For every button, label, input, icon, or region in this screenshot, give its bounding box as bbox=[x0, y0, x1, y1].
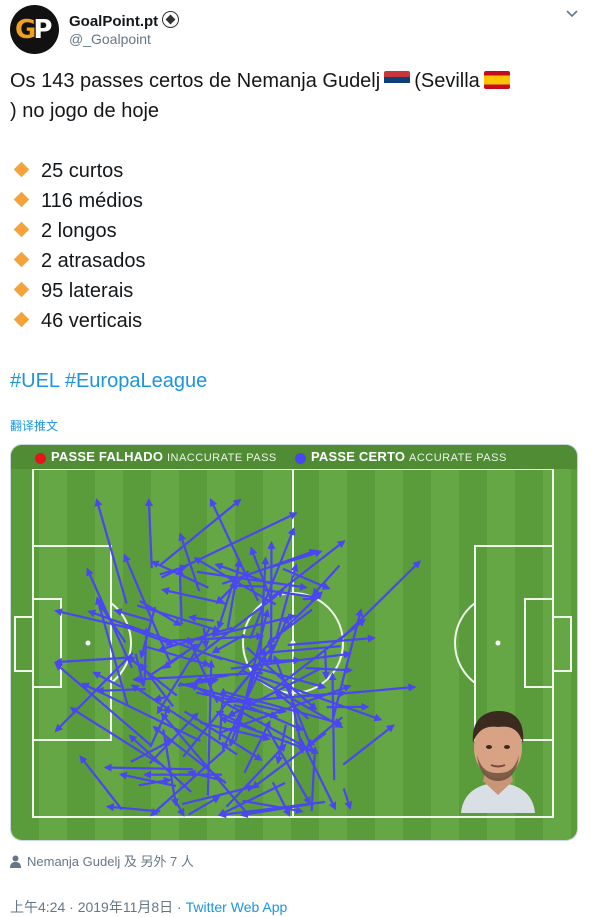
logo-letter-p: P bbox=[33, 15, 49, 45]
timestamp-text[interactable]: 上午4:24 · 2019年11月8日 · bbox=[10, 899, 186, 915]
list-item: 95 laterais bbox=[10, 276, 587, 306]
stat-vertical-passes: 46 verticais bbox=[41, 310, 142, 332]
legend-accurate-sub: ACCURATE PASS bbox=[409, 452, 507, 464]
stat-medium-passes: 116 médios bbox=[41, 190, 143, 212]
serbia-flag-icon bbox=[384, 71, 410, 89]
pass-map-image[interactable]: PASSE FALHADO INACCURATE PASS PASSE CERT… bbox=[10, 444, 578, 841]
user-handle[interactable]: @_Goalpoint bbox=[69, 31, 151, 47]
display-name[interactable]: GoalPoint.pt bbox=[69, 11, 179, 30]
legend-inaccurate-sub: INACCURATE PASS bbox=[167, 452, 277, 464]
tagged-people[interactable]: Nemanja Gudelj 及 另外 7 人 bbox=[10, 851, 194, 870]
source-app-link[interactable]: Twitter Web App bbox=[186, 899, 288, 915]
list-item: 46 verticais bbox=[10, 306, 587, 336]
accurate-pass-dot bbox=[295, 453, 306, 464]
soccer-ball-icon bbox=[162, 11, 179, 28]
orange-diamond-icon bbox=[14, 312, 30, 328]
player-photo bbox=[453, 703, 543, 813]
tweet-intro-part1: Os 143 passes certos de Nemanja Gudelj bbox=[10, 70, 380, 92]
display-name-text: GoalPoint.pt bbox=[69, 13, 158, 30]
stat-long-passes: 2 longos bbox=[41, 220, 117, 242]
stats-list: 25 curtos 116 médios 2 longos 2 atrasado… bbox=[10, 156, 587, 336]
stat-short-passes: 25 curtos bbox=[41, 160, 123, 182]
tweet-timestamp: 上午4:24 · 2019年11月8日 · Twitter Web App bbox=[10, 897, 287, 917]
legend-accurate-main: PASSE CERTO bbox=[311, 449, 405, 464]
tweet-header: GP GoalPoint.pt @_Goalpoint bbox=[10, 5, 587, 55]
list-item: 116 médios bbox=[10, 186, 587, 216]
goalpoint-logo: GP bbox=[15, 11, 55, 49]
chevron-down-icon[interactable] bbox=[565, 7, 579, 21]
list-item: 2 longos bbox=[10, 216, 587, 246]
list-item: 2 atrasados bbox=[10, 246, 587, 276]
orange-diamond-icon bbox=[14, 222, 30, 238]
tweet-intro-part3: ) no jogo de hoje bbox=[10, 100, 159, 122]
stat-backward-passes: 2 atrasados bbox=[41, 250, 146, 272]
tweet-intro-part2: (Sevilla bbox=[414, 70, 480, 92]
orange-diamond-icon bbox=[14, 252, 30, 268]
translate-tweet-link[interactable]: 翻译推文 bbox=[10, 417, 58, 434]
orange-diamond-icon bbox=[14, 282, 30, 298]
avatar[interactable]: GP bbox=[10, 5, 59, 54]
inaccurate-pass-dot bbox=[35, 453, 46, 464]
tweet-intro: Os 143 passes certos de Nemanja Gudelj (S… bbox=[10, 66, 587, 126]
logo-letter-g: G bbox=[15, 15, 33, 45]
orange-diamond-icon bbox=[14, 192, 30, 208]
person-icon bbox=[10, 855, 21, 868]
spain-flag-icon bbox=[484, 71, 510, 89]
stat-lateral-passes: 95 laterais bbox=[41, 280, 133, 302]
tagged-people-text: Nemanja Gudelj 及 另外 7 人 bbox=[27, 854, 194, 869]
legend-inaccurate-main: PASSE FALHADO bbox=[51, 449, 163, 464]
legend-inaccurate: PASSE FALHADO INACCURATE PASS bbox=[51, 449, 277, 464]
tweet-text: Os 143 passes certos de Nemanja Gudelj (S… bbox=[10, 66, 587, 396]
hashtags[interactable]: #UEL #EuropaLeague bbox=[10, 366, 587, 396]
orange-diamond-icon bbox=[14, 162, 30, 178]
pass-map-legend: PASSE FALHADO INACCURATE PASS PASSE CERT… bbox=[11, 445, 577, 469]
pass-arrow bbox=[325, 651, 326, 678]
list-item: 25 curtos bbox=[10, 156, 587, 186]
legend-accurate: PASSE CERTO ACCURATE PASS bbox=[311, 449, 507, 464]
